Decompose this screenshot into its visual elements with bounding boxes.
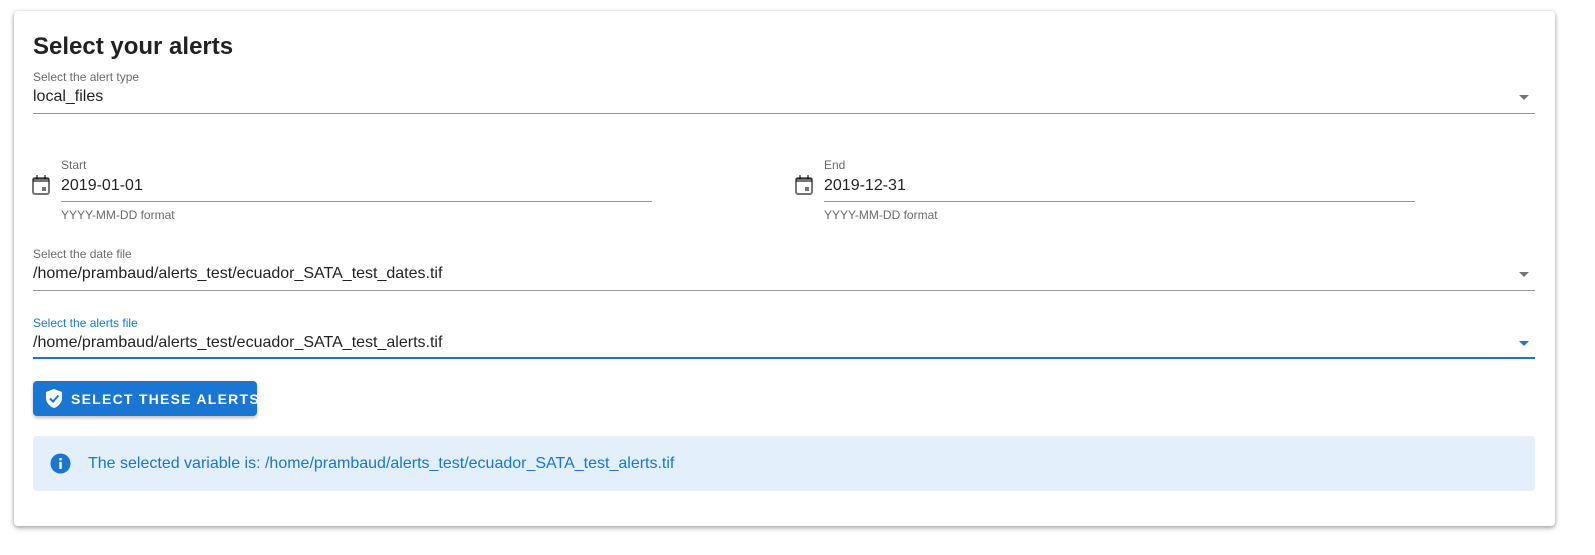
- date-file-underline: [33, 290, 1535, 291]
- select-these-alerts-label: SELECT THESE ALERTS: [71, 391, 260, 407]
- date-file-label: Select the date file: [33, 247, 132, 261]
- info-alert: The selected variable is: /home/prambaud…: [33, 436, 1535, 491]
- start-date-hint: YYYY-MM-DD format: [61, 208, 175, 222]
- alerts-file-value[interactable]: /home/prambaud/alerts_test/ecuador_SATA_…: [33, 333, 442, 353]
- alert-type-value[interactable]: local_files: [33, 87, 103, 107]
- end-date-label: End: [824, 158, 846, 172]
- panel-title: Select your alerts: [33, 33, 234, 60]
- alerts-file-underline: [33, 357, 1535, 359]
- start-date-input[interactable]: 2019-01-01: [61, 176, 143, 196]
- alerts-file-label: Select the alerts file: [33, 316, 138, 330]
- alert-type-underline: [33, 113, 1535, 114]
- calendar-icon[interactable]: [32, 175, 50, 195]
- end-date-hint: YYYY-MM-DD format: [824, 208, 938, 222]
- chevron-down-icon[interactable]: [1519, 341, 1529, 346]
- alerts-selection-panel: Select your alerts Select the alert type…: [14, 11, 1555, 526]
- alert-type-label: Select the alert type: [33, 70, 140, 84]
- start-date-underline: [61, 201, 652, 202]
- end-date-input[interactable]: 2019-12-31: [824, 176, 906, 196]
- chevron-down-icon[interactable]: [1519, 272, 1529, 277]
- select-these-alerts-button[interactable]: SELECT THESE ALERTS: [33, 381, 260, 416]
- chevron-down-icon[interactable]: [1519, 95, 1529, 100]
- info-icon: [50, 453, 71, 474]
- info-alert-text: The selected variable is: /home/prambaud…: [88, 455, 675, 472]
- calendar-icon[interactable]: [795, 175, 813, 195]
- start-date-label: Start: [61, 158, 87, 172]
- shield-check-icon: [46, 389, 62, 408]
- end-date-underline: [824, 201, 1415, 202]
- date-file-value[interactable]: /home/prambaud/alerts_test/ecuador_SATA_…: [33, 264, 442, 284]
